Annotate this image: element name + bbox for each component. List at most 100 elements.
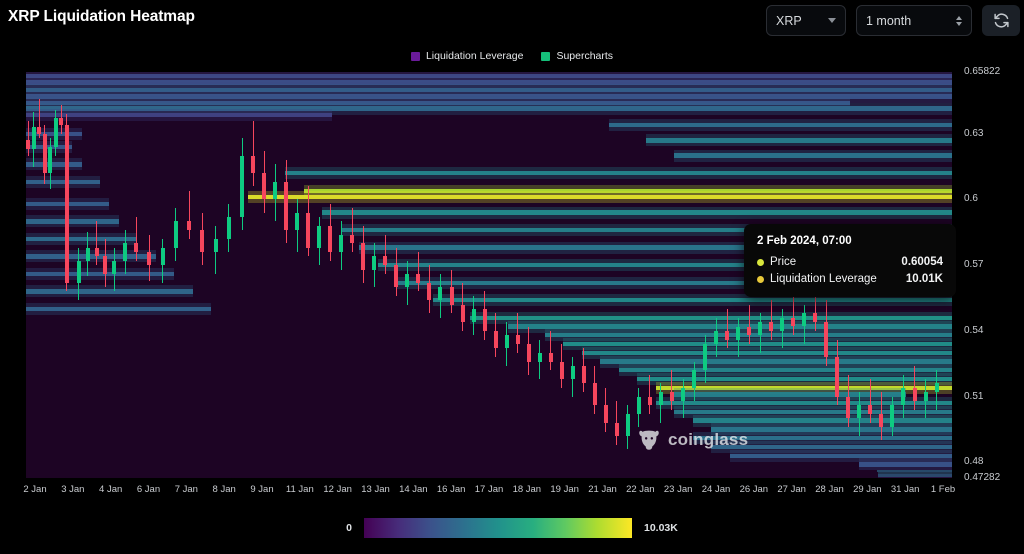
- period-select[interactable]: 1 month: [856, 5, 972, 36]
- x-axis-tick-label: 8 Jan: [213, 484, 236, 495]
- candlestick-body: [670, 392, 674, 401]
- candlestick-body: [187, 221, 191, 230]
- x-axis-tick-label: 4 Jan: [99, 484, 122, 495]
- colorbar-legend: 0 10.03K: [0, 518, 1024, 538]
- candlestick-wick: [352, 208, 353, 252]
- candlestick-body: [361, 243, 365, 269]
- asset-select-value: XRP: [776, 14, 828, 28]
- x-axis: 2 Jan3 Jan4 Jan6 Jan7 Jan8 Jan9 Jan11 Ja…: [0, 484, 1024, 500]
- x-axis-tick-label: 2 Jan: [23, 484, 46, 495]
- candlestick-wick: [96, 221, 97, 265]
- candlestick-body: [758, 322, 762, 335]
- candlestick-body: [350, 235, 354, 244]
- tooltip-row-liquidation-leverage: Liquidation Leverage 10.01K: [757, 273, 943, 285]
- candlestick-body: [273, 182, 277, 200]
- chart-tooltip: 2 Feb 2024, 07:00 Price 0.60054 Liquidat…: [744, 224, 956, 297]
- x-axis-tick-label: 16 Jan: [437, 484, 466, 495]
- x-axis-tick-label: 7 Jan: [175, 484, 198, 495]
- x-axis-tick-label: 13 Jan: [361, 484, 390, 495]
- candlestick-wick: [649, 375, 650, 414]
- candlestick-wick: [253, 121, 254, 187]
- candlestick-body: [505, 335, 509, 348]
- candlestick-body: [681, 388, 685, 401]
- candlestick-body: [648, 397, 652, 406]
- colorbar-max-label: 10.03K: [644, 522, 678, 534]
- candlestick-body: [200, 230, 204, 252]
- candlestick-body: [450, 287, 454, 305]
- candlestick-body: [747, 327, 751, 336]
- app-header: XRP Liquidation Heatmap XRP 1 month: [0, 0, 1024, 44]
- candlestick-body: [251, 156, 255, 174]
- x-axis-tick-label: 28 Jan: [815, 484, 844, 495]
- candlestick-wick: [550, 331, 551, 370]
- candlestick-body: [59, 118, 63, 125]
- candlestick-body: [538, 353, 542, 362]
- candlestick-body: [604, 405, 608, 423]
- y-axis-tick-label: 0.47282: [964, 472, 1000, 483]
- candlestick-body: [813, 313, 817, 322]
- candlestick-body: [659, 392, 663, 405]
- y-axis-tick-label: 0.54: [964, 325, 983, 336]
- candlestick-body: [582, 366, 586, 384]
- candlestick-body: [879, 414, 883, 427]
- candlestick-body: [846, 397, 850, 419]
- candlestick-body: [802, 313, 806, 326]
- legend-label-supercharts: Supercharts: [556, 50, 613, 62]
- x-axis-tick-label: 14 Jan: [399, 484, 428, 495]
- tooltip-row-price: Price 0.60054: [757, 256, 943, 268]
- candlestick-body: [339, 235, 343, 253]
- candlestick-body: [284, 182, 288, 230]
- candlestick-body: [77, 261, 81, 283]
- candlestick-body: [593, 383, 597, 405]
- y-axis-tick-label: 0.51: [964, 391, 983, 402]
- candlestick-wick: [749, 305, 750, 344]
- candlestick-body: [780, 318, 784, 331]
- candlestick-body: [692, 370, 696, 388]
- candlestick-body: [571, 366, 575, 379]
- candlestick-body: [174, 221, 178, 247]
- candlestick-wick: [671, 370, 672, 409]
- x-axis-tick-label: 23 Jan: [664, 484, 693, 495]
- candlestick-body: [123, 243, 127, 261]
- candlestick-wick: [385, 235, 386, 274]
- candlestick-wick: [771, 300, 772, 339]
- asset-select[interactable]: XRP: [766, 5, 846, 36]
- candlestick-body: [714, 331, 718, 344]
- tooltip-value-price: 0.60054: [901, 256, 943, 268]
- candlestick-body: [461, 305, 465, 323]
- candlestick-body: [103, 256, 107, 274]
- candlestick-body: [901, 388, 905, 406]
- page-title: XRP Liquidation Heatmap: [8, 8, 195, 26]
- candlestick-body: [637, 397, 641, 415]
- candlestick-body: [615, 423, 619, 436]
- x-axis-tick-label: 31 Jan: [891, 484, 920, 495]
- candlestick-body: [32, 127, 36, 149]
- x-axis-tick-label: 26 Jan: [740, 484, 769, 495]
- x-axis-tick-label: 22 Jan: [626, 484, 655, 495]
- candlestick-body: [161, 248, 165, 266]
- legend-item-supercharts[interactable]: Supercharts: [541, 50, 613, 62]
- candlestick-body: [48, 147, 52, 173]
- candlestick-body: [560, 362, 564, 380]
- x-axis-tick-label: 18 Jan: [513, 484, 542, 495]
- candlestick-body: [86, 248, 90, 261]
- legend-swatch-supercharts: [541, 52, 550, 61]
- candlestick-body: [227, 217, 231, 239]
- legend-item-liquidation-leverage[interactable]: Liquidation Leverage: [411, 50, 524, 62]
- candlestick-body: [494, 331, 498, 349]
- candlestick-body: [262, 173, 266, 199]
- x-axis-tick-label: 12 Jan: [323, 484, 352, 495]
- candlestick-body: [43, 134, 47, 173]
- candlestick-body: [913, 388, 917, 401]
- x-axis-tick-label: 1 Feb: [931, 484, 955, 495]
- candlestick-body: [703, 344, 707, 370]
- candlestick-body: [295, 213, 299, 231]
- chevron-down-icon: [828, 18, 836, 23]
- x-axis-tick-label: 6 Jan: [137, 484, 160, 495]
- y-axis-tick-label: 0.48: [964, 456, 983, 467]
- candlestick-wick: [418, 252, 419, 291]
- candlestick-body: [725, 331, 729, 340]
- x-axis-tick-label: 17 Jan: [475, 484, 504, 495]
- candlestick-body: [317, 226, 321, 248]
- candlestick-body: [438, 287, 442, 300]
